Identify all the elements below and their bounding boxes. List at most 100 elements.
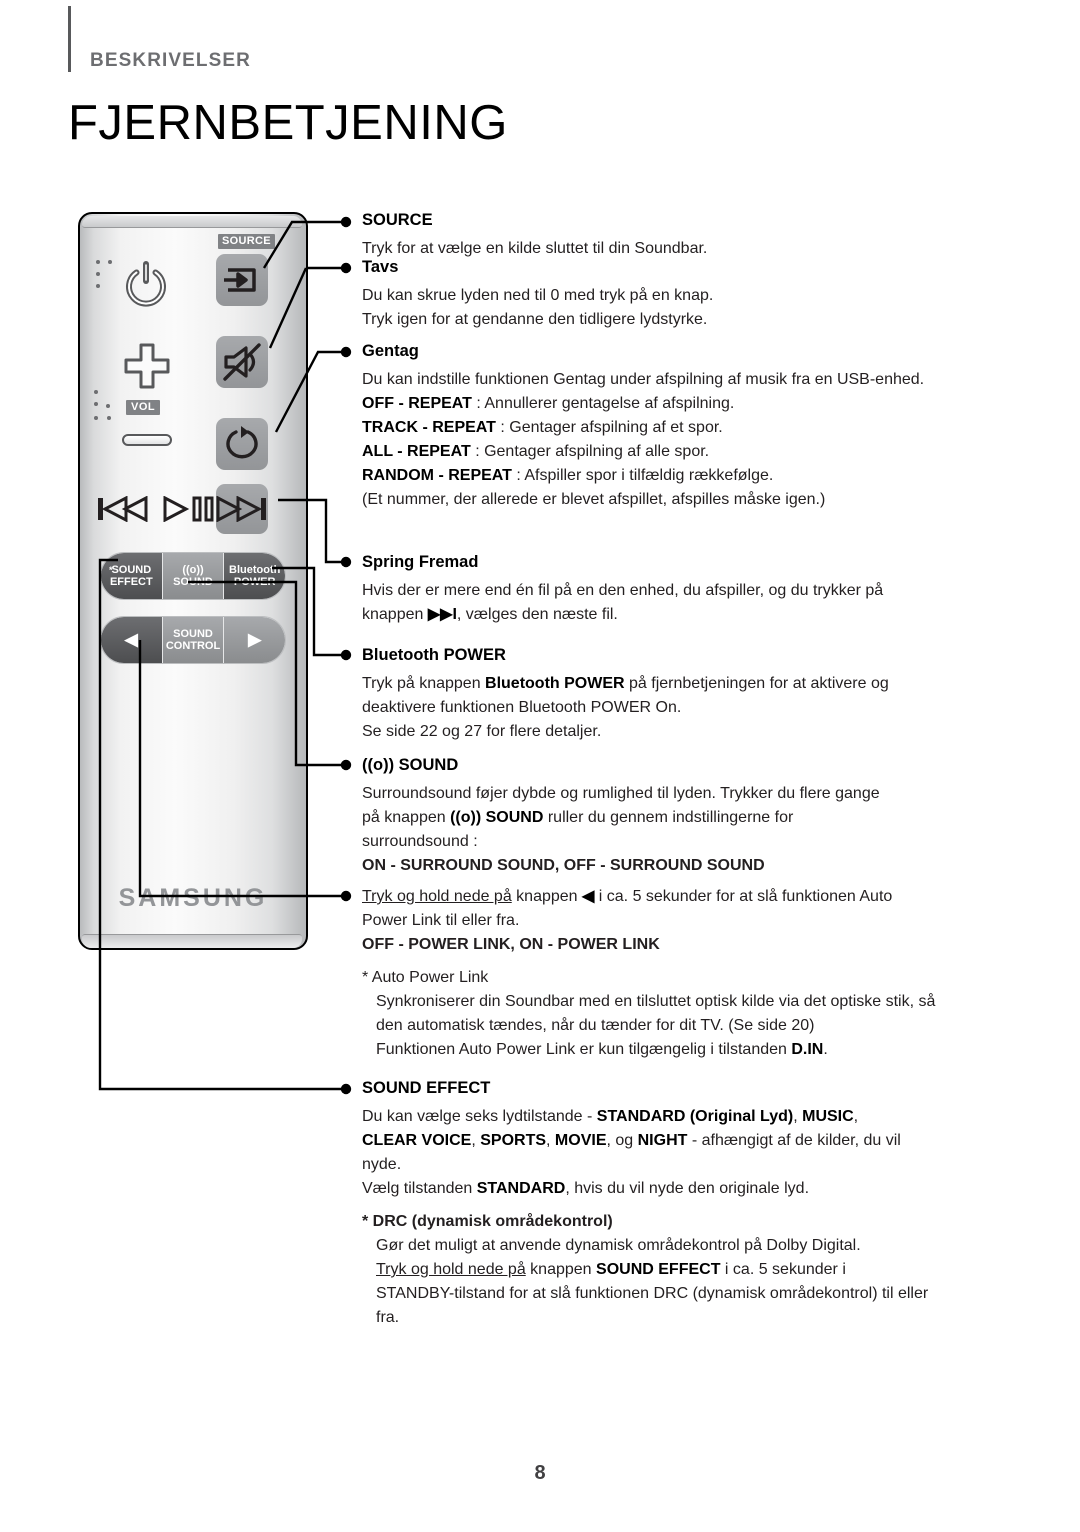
entry-mute-body-2: Tryk igen for at gendanne den tidligere … bbox=[362, 311, 708, 328]
se-b2-b4: NIGHT bbox=[637, 1132, 688, 1149]
skip-fwd-post: , vælges den næste fil. bbox=[456, 606, 618, 623]
apl-note-1: Synkroniserer din Soundbar med en tilslu… bbox=[376, 993, 936, 1010]
se-b2-s2: , bbox=[546, 1132, 555, 1149]
entry-mute: Tavs Du kan skrue lyden ned til 0 med tr… bbox=[362, 257, 1002, 332]
play-pause-icon[interactable] bbox=[162, 495, 214, 527]
se-b4-bold: STANDARD bbox=[476, 1180, 566, 1197]
entry-ss-modes: ON - SURROUND SOUND, OFF - SURROUND SOUN… bbox=[362, 857, 765, 874]
mute-icon[interactable] bbox=[216, 336, 268, 388]
apl-note-2: den automatisk tændes, når du tænder for… bbox=[376, 1017, 815, 1034]
page-header: BESKRIVELSER FJERNBETJENING bbox=[0, 0, 1080, 150]
repeat-off-label: OFF - REPEAT bbox=[362, 395, 472, 412]
apl-underline: Tryk og hold nede på bbox=[362, 888, 512, 905]
entry-skip-forward: Spring Fremad Hvis der er mere end én fi… bbox=[362, 552, 1002, 627]
entry-mute-body-1: Du kan skrue lyden ned til 0 med tryk på… bbox=[362, 287, 714, 304]
ss-post: ruller du gennem indstillingerne for bbox=[543, 809, 794, 826]
bluetooth-power-label-line2: POWER bbox=[233, 576, 276, 588]
se-b2-s1: , bbox=[471, 1132, 481, 1149]
sound-button-row: * SOUND EFFECT ((o)) SOUND Bluetooth POW… bbox=[100, 552, 286, 600]
se-drc-4: fra. bbox=[376, 1309, 400, 1326]
repeat-track-text: : Gentager afspilning af et spor. bbox=[495, 419, 723, 436]
page-number: 8 bbox=[534, 1462, 546, 1484]
entry-repeat-random-note: (Et nummer, der allerede er blevet afspi… bbox=[362, 491, 826, 508]
se-drc-2-pre: knappen bbox=[525, 1261, 597, 1278]
entry-skip-forward-title: Spring Fremad bbox=[362, 553, 479, 571]
surround-sound-title-icon: ((o)) bbox=[362, 756, 395, 774]
sound-control-right-button[interactable]: ▶ bbox=[224, 617, 285, 663]
entry-mute-title: Tavs bbox=[362, 258, 399, 276]
surround-sound-label: SOUND bbox=[173, 576, 213, 588]
apl-post: i ca. 5 sekunder for at slå funktionen A… bbox=[594, 888, 893, 905]
se-drc-2-post: i ca. 5 sekunder i bbox=[720, 1261, 846, 1278]
sound-effect-star: * bbox=[109, 565, 113, 575]
se-drc-title: * DRC (dynamisk områdekontrol) bbox=[362, 1213, 613, 1230]
entry-repeat-off: OFF - REPEAT : Annullerer gentagelse af … bbox=[362, 392, 1002, 416]
header-rule bbox=[68, 6, 71, 72]
apl-note-3-post: . bbox=[823, 1041, 828, 1058]
apl-modes: OFF - POWER LINK, ON - POWER LINK bbox=[362, 936, 660, 953]
se-b2-b1: CLEAR VOICE bbox=[362, 1132, 472, 1149]
se-b1-post: , bbox=[853, 1108, 859, 1125]
samsung-logo: SAMSUNG bbox=[118, 884, 268, 912]
entry-bluetooth-power-title: Bluetooth POWER bbox=[362, 646, 506, 664]
ss-inline-icon: ((o)) SOUND bbox=[450, 809, 544, 826]
left-arrow-icon: ◀ bbox=[124, 630, 138, 649]
se-body-3: nyde. bbox=[362, 1156, 402, 1173]
volume-down-icon[interactable] bbox=[122, 434, 172, 446]
apl-pre: knappen bbox=[511, 888, 583, 905]
se-b4-pre: Vælg tilstanden bbox=[362, 1180, 477, 1197]
entry-ss-body-3: surroundsound : bbox=[362, 833, 478, 850]
power-icon[interactable] bbox=[122, 260, 170, 308]
repeat-random-text: : Afspiller spor i tilfældig rækkefølge. bbox=[511, 467, 774, 484]
entry-sound-effect: SOUND EFFECT Du kan vælge seks lydtilsta… bbox=[362, 1078, 1002, 1330]
sound-effect-label-line1: SOUND bbox=[111, 564, 152, 576]
source-input-icon[interactable] bbox=[216, 254, 268, 306]
sound-effect-label-line2: EFFECT bbox=[109, 576, 153, 588]
se-b4-post: , hvis du vil nyde den originale lyd. bbox=[565, 1180, 810, 1197]
entry-bt-body-3: Se side 22 og 27 for flere detaljer. bbox=[362, 723, 602, 740]
sound-effect-button[interactable]: * SOUND EFFECT bbox=[101, 553, 163, 599]
surround-sound-button[interactable]: ((o)) SOUND bbox=[162, 553, 225, 599]
sound-control-label-line1: SOUND bbox=[173, 628, 213, 640]
entry-repeat-all: ALL - REPEAT : Gentager afspilning af al… bbox=[362, 440, 1002, 464]
sound-control-left-button[interactable]: ◀ bbox=[101, 617, 163, 663]
se-b1-pre: Du kan vælge seks lydtilstande - bbox=[362, 1108, 597, 1125]
ir-dots-top bbox=[96, 260, 122, 294]
right-arrow-icon: ▶ bbox=[248, 630, 262, 649]
entry-repeat-body-1: Du kan indstille funktionen Gentag under… bbox=[362, 371, 925, 388]
skip-fwd-pre: knappen bbox=[362, 606, 428, 623]
se-drc-1: Gør det muligt at anvende dynamisk områd… bbox=[376, 1237, 861, 1254]
entry-ss-body-1: Surroundsound føjer dybde og rumlighed t… bbox=[362, 785, 880, 802]
bt-pre: Tryk på knappen bbox=[362, 675, 486, 692]
entry-source: SOURCE Tryk for at vælge en kilde slutte… bbox=[362, 210, 1002, 261]
entry-sound-effect-title: SOUND EFFECT bbox=[362, 1079, 491, 1097]
apl-note-3-bold: D.IN bbox=[791, 1041, 824, 1058]
previous-track-icon[interactable] bbox=[96, 495, 148, 527]
repeat-track-label: TRACK - REPEAT bbox=[362, 419, 496, 436]
se-body-4: Vælg tilstanden STANDARD, hvis du vil ny… bbox=[362, 1177, 1002, 1201]
repeat-icon[interactable] bbox=[216, 418, 268, 470]
page-title: FJERNBETJENING bbox=[68, 96, 508, 150]
bluetooth-power-button[interactable]: Bluetooth POWER bbox=[224, 553, 285, 599]
sound-control-label: SOUND CONTROL bbox=[162, 617, 225, 663]
ss-pre: på knappen bbox=[362, 809, 451, 826]
se-body-2: CLEAR VOICE, SPORTS, MOVIE, og NIGHT - a… bbox=[362, 1129, 1002, 1153]
entry-surround-sound: ((o)) SOUND Surroundsound føjer dybde og… bbox=[362, 755, 1002, 878]
next-track-icon[interactable] bbox=[216, 484, 268, 534]
entry-bluetooth-power: Bluetooth POWER Tryk på knappen Bluetoot… bbox=[362, 645, 1002, 744]
entry-surround-sound-title: ((o)) SOUND bbox=[362, 755, 1002, 775]
bt-bold: Bluetooth POWER bbox=[485, 675, 625, 692]
se-drc-2-underline: Tryk og hold nede på bbox=[376, 1261, 526, 1278]
apl-note-3-pre: Funktionen Auto Power Link er kun tilgæn… bbox=[376, 1041, 792, 1058]
repeat-off-text: : Annullerer gentagelse af afspilning. bbox=[471, 395, 735, 412]
remote-control-figure: VOL SOURCE * SOUND EFFECT ((o)) SOUND Bl… bbox=[78, 212, 308, 952]
entry-auto-power-link: Tryk og hold nede på knappen ◀ i ca. 5 s… bbox=[362, 885, 1002, 1062]
entry-repeat-random: RANDOM - REPEAT : Afspiller spor i tilfæ… bbox=[362, 464, 1002, 488]
se-b2-b3: MOVIE bbox=[554, 1132, 607, 1149]
transport-row bbox=[78, 484, 308, 536]
entry-skip-forward-body-2: knappen ▶▶I, vælges den næste fil. bbox=[362, 603, 1002, 627]
entry-repeat-title: Gentag bbox=[362, 342, 419, 360]
volume-up-icon[interactable] bbox=[120, 342, 174, 396]
